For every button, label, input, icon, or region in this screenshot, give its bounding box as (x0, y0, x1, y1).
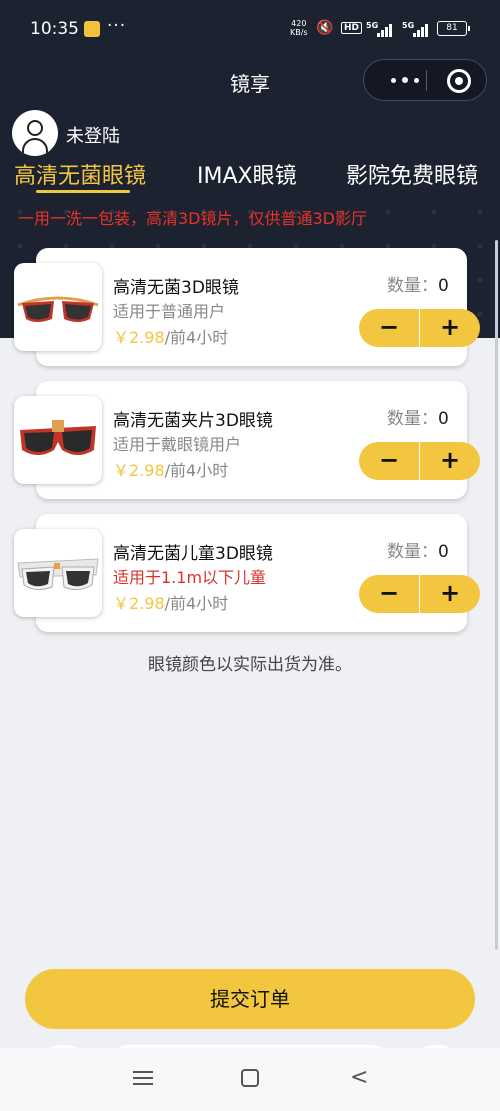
product-name: 高清无菌3D眼镜 (113, 278, 239, 298)
increase-button[interactable]: + (420, 575, 480, 613)
status-more-icon: ··· (107, 16, 127, 36)
quantity-display: 数量：0 (387, 404, 449, 429)
product-name: 高清无菌儿童3D眼镜 (113, 544, 273, 564)
tab-free-cinema-glasses[interactable]: 影院免费眼镜 (346, 158, 478, 190)
price-unit: /前4小时 (164, 594, 229, 613)
network-speed: 420 KB/s (290, 19, 308, 37)
decrease-button[interactable]: − (359, 442, 419, 480)
currency-symbol: ￥ (113, 594, 130, 613)
price-value: 2.98 (129, 461, 165, 480)
hd-icon: HD (341, 22, 363, 34)
more-options-icon[interactable] (386, 69, 424, 91)
decrease-button[interactable]: − (359, 575, 419, 613)
price-unit: /前4小时 (164, 461, 229, 480)
clip-on-glasses-icon (14, 396, 102, 484)
login-status[interactable]: 未登陆 (66, 122, 120, 148)
currency-symbol: ￥ (113, 328, 130, 347)
product-name: 高清无菌夹片3D眼镜 (113, 411, 273, 431)
quantity-value: 0 (438, 276, 449, 296)
notification-app-icon (84, 21, 100, 37)
price-unit: /前4小时 (164, 328, 229, 347)
active-tab-indicator (36, 190, 130, 193)
quantity-value: 0 (438, 409, 449, 429)
system-navigation-bar: < (0, 1048, 500, 1111)
product-desc: 适用于普通用户 (113, 302, 226, 321)
product-price: ￥2.98/前4小时 (113, 457, 228, 481)
tab-hd-sterile-glasses[interactable]: 高清无菌眼镜 (14, 158, 146, 190)
mute-icon: 🔇 (316, 20, 334, 36)
quantity-display: 数量：0 (387, 271, 449, 296)
quantity-value: 0 (438, 542, 449, 562)
quantity-label: 数量： (387, 276, 438, 296)
quantity-display: 数量：0 (387, 537, 449, 562)
submit-order-button[interactable]: 提交订单 (25, 969, 475, 1029)
product-price: ￥2.98/前4小时 (113, 324, 228, 348)
color-disclaimer: 眼镜颜色以实际出货为准。 (148, 655, 352, 675)
price-value: 2.98 (129, 328, 165, 347)
quantity-stepper: − + (359, 309, 480, 347)
battery-icon: 81 (437, 21, 470, 36)
quantity-label: 数量： (387, 409, 438, 429)
capsule-divider (426, 70, 427, 91)
product-desc: 适用于戴眼镜用户 (113, 435, 242, 454)
network-speed-unit: KB/s (290, 28, 308, 37)
miniprogram-capsule (363, 59, 487, 101)
quantity-label: 数量： (387, 542, 438, 562)
increase-button[interactable]: + (420, 309, 480, 347)
quantity-stepper: − + (359, 442, 480, 480)
increase-button[interactable]: + (420, 442, 480, 480)
signal-icon: 5G (366, 21, 394, 37)
user-body-icon (22, 138, 48, 156)
scrollbar[interactable] (495, 240, 498, 950)
signal-icon: 5G (402, 21, 430, 37)
status-bar: 10:35 ··· 420 KB/s 🔇 HD 5G 5G 81 (0, 0, 500, 56)
notice-text: 一用一洗一包装，高清3D镜片，仅供普通3D影厅 (18, 209, 368, 228)
currency-symbol: ￥ (113, 461, 130, 480)
sim1-label: 5G (366, 21, 379, 30)
user-head-icon (27, 120, 43, 136)
decrease-button[interactable]: − (359, 309, 419, 347)
status-time: 10:35 (30, 19, 79, 39)
product-desc: 适用于1.1m以下儿童 (113, 568, 267, 587)
back-icon[interactable]: < (350, 1065, 368, 1090)
avatar[interactable] (12, 110, 58, 156)
close-miniprogram-icon[interactable] (447, 69, 471, 93)
kids-white-glasses-icon (14, 529, 102, 617)
red-frame-sunglasses-icon (14, 263, 102, 351)
sim2-label: 5G (402, 21, 415, 30)
quantity-stepper: − + (359, 575, 480, 613)
menu-icon[interactable] (133, 1070, 153, 1086)
price-value: 2.98 (129, 594, 165, 613)
tab-imax-glasses[interactable]: IMAX眼镜 (197, 158, 297, 190)
home-icon[interactable] (241, 1069, 259, 1087)
product-price: ￥2.98/前4小时 (113, 590, 228, 614)
network-speed-value: 420 (291, 19, 307, 28)
